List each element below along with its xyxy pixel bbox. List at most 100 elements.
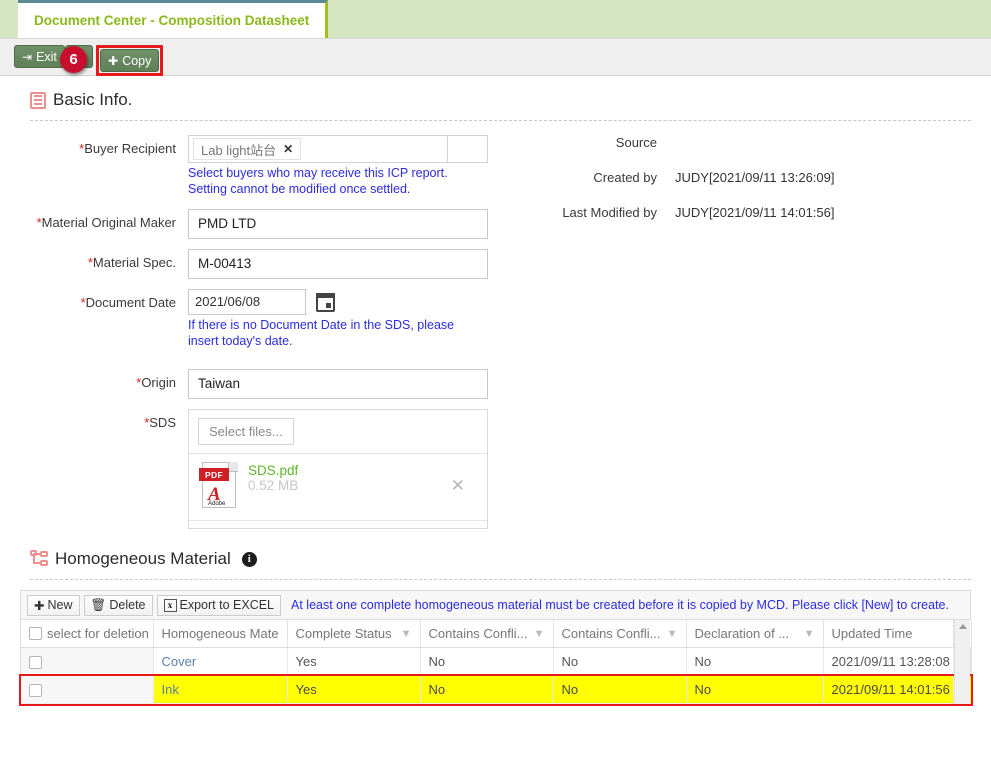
basic-info-section: Basic Info. *Buyer Recipient Lab light站台…	[0, 76, 991, 529]
sds-uploader-top: Select files...	[189, 410, 487, 453]
new-button[interactable]: ✚ New	[27, 594, 80, 616]
filter-icon[interactable]: ▼	[401, 628, 412, 640]
sds-uploader-footer	[189, 520, 487, 528]
cell-contains-conflict-2: No	[553, 647, 687, 677]
created-by-label: Created by	[593, 170, 657, 185]
basic-info-header: Basic Info.	[20, 76, 971, 114]
row-checkbox[interactable]	[29, 684, 42, 698]
origin-field: Taiwan	[188, 369, 488, 399]
column-label-conf2: Contains Confli...	[561, 626, 661, 641]
cell-name[interactable]: Ink	[153, 675, 288, 705]
row-select-cell	[21, 647, 154, 677]
document-date-label: *Document Date	[80, 295, 176, 310]
remove-file-icon[interactable]: ✕	[451, 476, 465, 496]
hierarchy-tree-icon	[30, 550, 48, 568]
column-homogeneous-material[interactable]: Homogeneous Mate ▼	[153, 620, 288, 648]
column-label-decl: Declaration of ...	[694, 626, 790, 641]
column-declaration-of[interactable]: Declaration of ... ▼	[686, 620, 824, 648]
document-date-hint: If there is no Document Date in the SDS,…	[188, 318, 455, 348]
buyer-recipient-tag[interactable]: Lab light站台 ✕	[193, 138, 302, 160]
export-to-excel-label: Export to EXCEL	[179, 598, 275, 612]
homogeneous-material-section: Homogeneous Material i	[0, 535, 991, 580]
cell-complete-status: Yes	[287, 675, 421, 705]
select-all-checkbox[interactable]	[29, 627, 42, 640]
column-label-select: select for deletion	[47, 626, 149, 641]
buyer-recipient-tag-container[interactable]: Lab light站台 ✕	[188, 135, 449, 163]
column-label-name: Homogeneous Mate	[161, 626, 279, 641]
field-row-document-date: *Document Date 2021/06/08 If there is no…	[20, 289, 971, 349]
table-row[interactable]: Ink Yes No No No 2021/09/11 14:01:56	[19, 673, 973, 706]
pdf-badge-label: PDF	[199, 468, 229, 481]
table-row[interactable]: Cover Yes No No No 2021/09/11 13:28:08	[21, 647, 972, 677]
buyer-recipient-field: Lab light站台 ✕ Select buyers who may rece…	[188, 135, 488, 197]
step-badge-6: 6	[60, 46, 87, 73]
exit-button[interactable]: ⇥ Exit	[14, 45, 65, 68]
grid-vertical-scrollbar[interactable]	[954, 620, 970, 705]
column-complete-status[interactable]: Complete Status ▼	[287, 620, 421, 648]
column-label-updated: Updated Time	[831, 626, 913, 641]
tab-document-center-composition-datasheet[interactable]: Document Center - Composition Datasheet	[18, 0, 329, 38]
sds-field: Select files... PDF A Adobe SDS.pdf 0.52…	[188, 409, 488, 529]
homogeneous-material-header: Homogeneous Material i	[20, 535, 971, 573]
column-updated-time: Updated Time	[823, 620, 954, 648]
delete-button[interactable]: 🗑 Delete	[83, 594, 153, 616]
calendar-icon[interactable]	[316, 292, 335, 312]
buyer-recipient-tag-label: Lab light站台	[201, 142, 277, 158]
document-date-control: 2021/06/08	[188, 289, 488, 315]
exit-arrow-icon: ⇥	[22, 49, 33, 64]
column-contains-conflict-1[interactable]: Contains Confli... ▼	[420, 620, 554, 648]
basic-info-title: Basic Info.	[53, 90, 133, 109]
field-row-sds: *SDS Select files... PDF A Adobe SDS.pdf…	[20, 409, 971, 529]
exit-button-label: Exit	[36, 49, 57, 64]
source-label: Source	[615, 135, 657, 150]
cell-complete-status: Yes	[287, 647, 421, 677]
material-spec-label: *Material Spec.	[87, 255, 176, 270]
cell-updated-time: 2021/09/11 14:01:56	[823, 675, 954, 705]
row-name-link[interactable]: Cover	[162, 654, 197, 669]
row-name-link[interactable]: Ink	[162, 682, 179, 697]
scroll-up-arrow-icon[interactable]	[959, 624, 967, 629]
grid-hint-message: At least one complete homogeneous materi…	[291, 598, 949, 612]
table-header-row: select for deletion Homogeneous Mate ▼ C…	[21, 620, 972, 648]
info-icon[interactable]: i	[241, 551, 257, 567]
material-original-maker-field: PMD LTD	[188, 209, 488, 239]
buyer-recipient-hint: Select buyers who may receive this ICP r…	[188, 166, 448, 196]
cell-declaration-of: No	[686, 675, 824, 705]
buyer-recipient-multiselect[interactable]: Lab light站台 ✕	[188, 135, 488, 163]
material-spec-input[interactable]: M-00413	[188, 249, 488, 279]
table-body: Cover Yes No No No 2021/09/11 13:28:08 I…	[19, 647, 973, 706]
select-files-button[interactable]: Select files...	[198, 418, 294, 445]
buyer-recipient-extra-box[interactable]	[448, 135, 488, 163]
plus-icon: ✚	[108, 53, 119, 68]
filter-icon[interactable]: ▼	[667, 628, 678, 640]
filter-icon[interactable]: ▼	[534, 628, 545, 640]
homogeneous-material-grid: ✚ New 🗑 Delete x Export to EXCEL At leas…	[19, 590, 973, 706]
column-label-conf1: Contains Confli...	[428, 626, 528, 641]
copy-button[interactable]: ✚ Copy	[100, 49, 160, 72]
grid-body: select for deletion Homogeneous Mate ▼ C…	[19, 620, 973, 706]
remove-tag-icon[interactable]: ✕	[283, 142, 293, 156]
buyer-recipient-label: *Buyer Recipient	[79, 141, 176, 156]
homogeneous-material-divider	[30, 579, 971, 580]
meta-row-source: Source	[490, 135, 990, 150]
record-meta-column: Source Created by JUDY[2021/09/11 13:26:…	[490, 135, 990, 240]
created-by-value: JUDY[2021/09/11 13:26:09]	[675, 170, 835, 185]
column-select-for-deletion: select for deletion	[21, 620, 154, 648]
filter-icon[interactable]: ▼	[804, 628, 815, 640]
last-modified-by-value: JUDY[2021/09/11 14:01:56]	[675, 205, 835, 220]
export-to-excel-button[interactable]: x Export to EXCEL	[156, 594, 282, 616]
material-original-maker-input[interactable]: PMD LTD	[188, 209, 488, 239]
homogeneous-material-title: Homogeneous Material	[55, 549, 231, 568]
pdf-adobe-label: Adobe	[208, 501, 226, 507]
document-date-input[interactable]: 2021/06/08	[188, 289, 306, 315]
origin-input[interactable]: Taiwan	[188, 369, 488, 399]
meta-row-last-modified-by: Last Modified by JUDY[2021/09/11 14:01:5…	[490, 205, 990, 220]
excel-icon: x	[163, 598, 177, 612]
cell-name[interactable]: Cover	[153, 647, 288, 677]
column-contains-conflict-2[interactable]: Contains Confli... ▼	[553, 620, 687, 648]
sds-file-name[interactable]: SDS.pdf	[248, 463, 298, 478]
basic-info-form: *Buyer Recipient Lab light站台 ✕ Select bu…	[20, 121, 971, 529]
row-checkbox[interactable]	[29, 656, 42, 670]
sds-uploader: Select files... PDF A Adobe SDS.pdf 0.52…	[188, 409, 488, 529]
copy-button-highlight: ✚ Copy	[96, 45, 164, 76]
